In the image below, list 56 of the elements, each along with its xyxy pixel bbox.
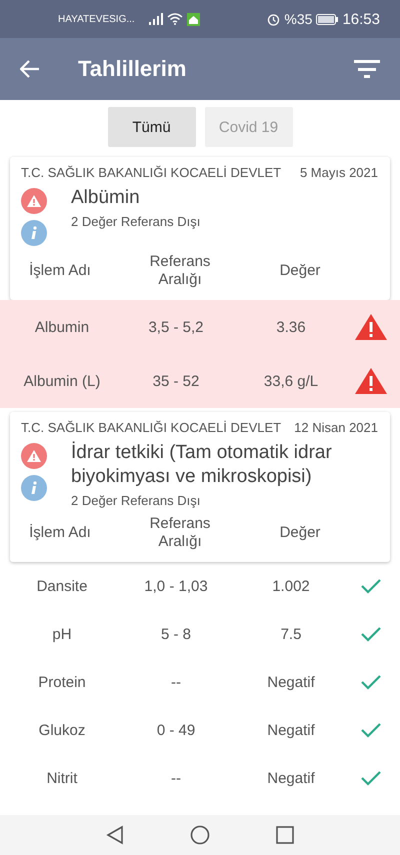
test-item-name: Glukoz [38, 722, 86, 738]
reference-range: 35 - 52 [152, 372, 200, 390]
column-header: Referans Aralığı [148, 515, 212, 551]
institution-name: T.C. SAĞLIK BAKANLIĞI KOCAELİ DEVLET [21, 420, 282, 435]
test-item-name: Protein [37, 674, 87, 690]
out-of-range-note: 2 Değer Referans Dışı [71, 214, 202, 229]
carrier-name: HAYATEVESIG... [58, 14, 135, 24]
info-icon [21, 220, 47, 246]
reference-range: 1,0 - 1,03 [143, 578, 209, 594]
column-header: Referans Aralığı [148, 253, 212, 289]
reference-range: -- [170, 674, 182, 690]
filter-tab[interactable]: Tümü [108, 107, 196, 147]
result-date: 5 Mayıs 2021 [300, 165, 378, 180]
result-value: Negatif [266, 722, 316, 738]
battery-percent: %35 [284, 11, 312, 27]
result-value: 33,6 g/L [262, 372, 320, 390]
result-value: Negatif [266, 770, 316, 786]
test-item-name: Dansite [36, 578, 88, 594]
filter-icon[interactable] [354, 59, 380, 79]
page-title: Tahlillerim [78, 56, 188, 82]
warning-icon [21, 443, 47, 469]
signal-icon [148, 13, 163, 25]
result-value: 3.36 [275, 318, 307, 336]
test-item-name: pH [51, 626, 73, 642]
result-value: 1.002 [271, 578, 311, 594]
alarm-icon [267, 12, 280, 26]
result-value: 7.5 [280, 626, 302, 642]
test-item-name: Albumin [34, 318, 90, 336]
back-icon[interactable] [106, 825, 124, 845]
column-header: İşlem Adı [29, 524, 91, 542]
institution-name: T.C. SAĞLIK BAKANLIĞI KOCAELİ DEVLET [21, 165, 282, 180]
recents-icon[interactable] [276, 826, 294, 844]
test-name: İdrar tetkiki (Tam otomatik idrar biyokimyası ve mikroskopisi) [71, 441, 333, 489]
column-header: Değer [280, 524, 320, 542]
result-card[interactable]: T.C. SAĞLIK BAKANLIĞI KOCAELİ DEVLET 12 Nisan 2021 İdrar tetkiki (Tam otomatik idrar biyokimyası ve mikroskopisi) 2 Değer Referans Dışı İşlem Adı Referans Aralığı Değer [10, 412, 390, 562]
column-header: İşlem Adı [29, 262, 91, 280]
warning-icon [21, 188, 47, 214]
test-item-name: Albumin (L) [22, 372, 102, 390]
wifi-icon [166, 13, 183, 25]
info-icon [21, 475, 47, 501]
test-item-name: Nitrit [46, 770, 78, 786]
battery-icon [316, 14, 338, 24]
out-of-range-note: 2 Değer Referans Dışı [71, 493, 202, 508]
reference-range: 3,5 - 5,2 [147, 318, 205, 336]
reference-range: -- [170, 770, 182, 786]
reference-range: 0 - 49 [156, 722, 196, 738]
result-card[interactable]: T.C. SAĞLIK BAKANLIĞI KOCAELİ DEVLET 5 Mayıs 2021 Albümin 2 Değer Referans Dışı İşlem Adı Referans Aralığı Değer [10, 157, 390, 300]
back-arrow-icon[interactable] [20, 60, 40, 78]
home-icon[interactable] [190, 825, 210, 845]
home-icon [186, 12, 200, 26]
test-name: Albümin [71, 186, 141, 210]
result-date: 12 Nisan 2021 [294, 420, 378, 435]
column-header: Değer [280, 262, 320, 280]
reference-range: 5 - 8 [160, 626, 192, 642]
clock-time: 16:53 [342, 10, 380, 28]
result-value: Negatif [266, 674, 316, 690]
